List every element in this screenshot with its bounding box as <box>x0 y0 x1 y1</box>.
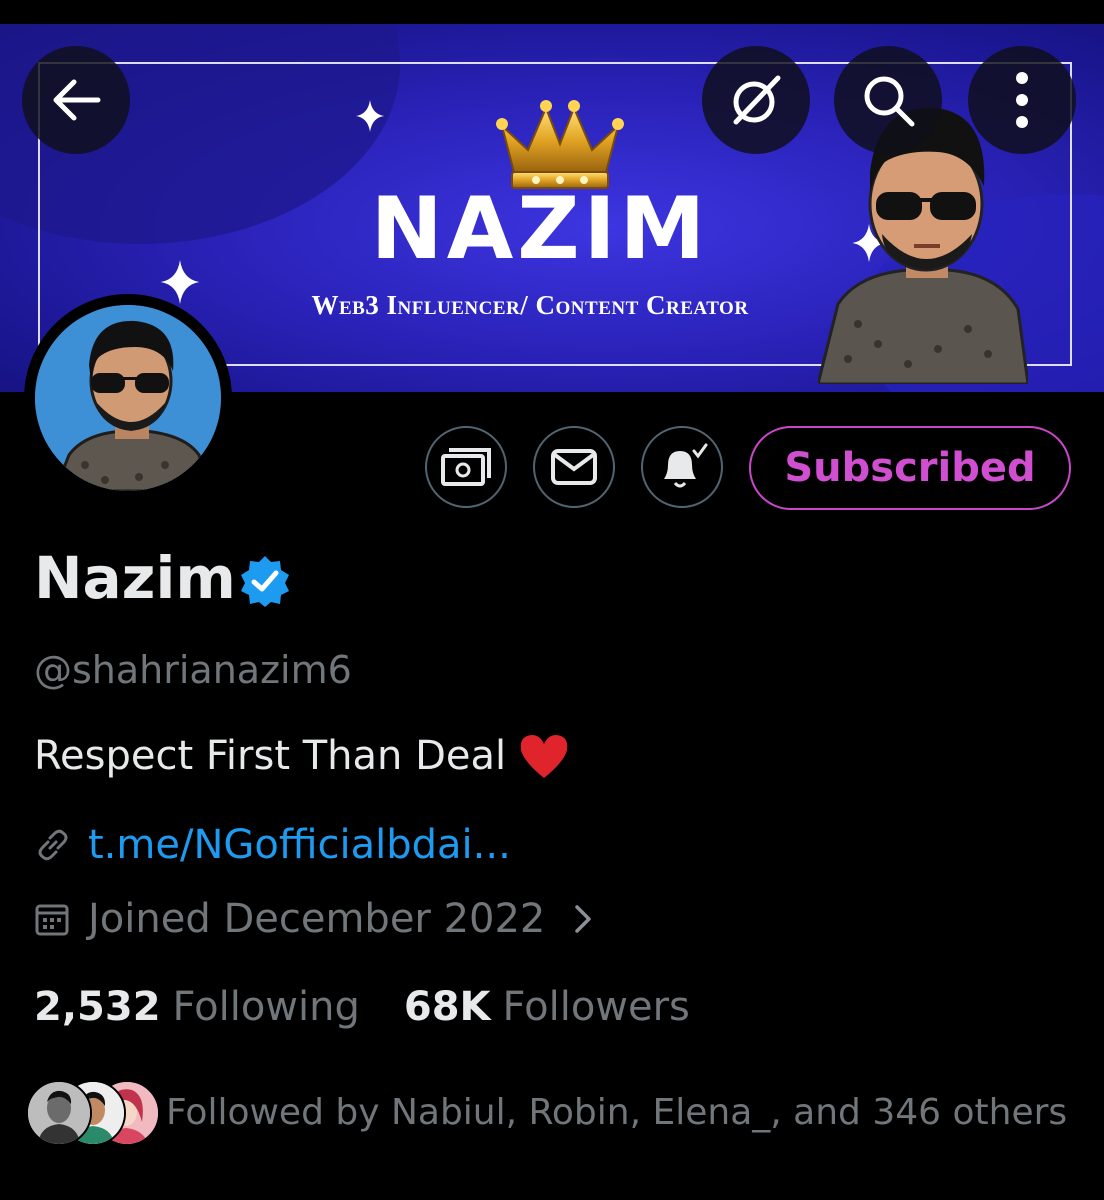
avatar-image <box>35 305 221 491</box>
following-count: 2,532 <box>34 984 161 1030</box>
followers-count: 68K <box>403 984 491 1030</box>
banner-title: NAZIM <box>370 179 710 279</box>
follow-stats: 2,532 Following 68K Followers <box>34 984 690 1030</box>
heart-icon <box>520 735 568 778</box>
chevron-right-icon[interactable] <box>573 903 593 935</box>
bio-text: Respect First Than Deal <box>34 733 507 779</box>
bell-check-icon <box>664 443 708 488</box>
banner-subtitle: Web3 Influencer/ Content Creator <box>311 290 749 320</box>
notifications-button[interactable] <box>641 426 723 508</box>
more-vertical-icon <box>1016 72 1028 128</box>
sparkle-icon <box>356 100 384 132</box>
arrow-left-icon <box>53 79 101 121</box>
search-button[interactable] <box>834 46 942 154</box>
profile-link-row[interactable]: t.me/NGofficialbdai... <box>34 822 511 868</box>
calendar-icon <box>35 904 69 936</box>
more-options-button[interactable] <box>968 46 1076 154</box>
followed-by-text: Followed by Nabiul, Robin, Elena_, and 3… <box>166 1091 1068 1133</box>
following-label: Following <box>172 984 360 1030</box>
mail-icon <box>551 449 597 485</box>
grok-button[interactable] <box>702 46 810 154</box>
subscribed-button[interactable]: Subscribed <box>749 426 1071 510</box>
sparkle-icon <box>160 260 200 304</box>
verified-badge-icon <box>241 556 289 607</box>
followers-label: Followers <box>502 984 690 1030</box>
followers-link[interactable]: 68K Followers <box>404 984 690 1030</box>
message-button[interactable] <box>533 426 615 508</box>
profile-bio: Respect First Than Deal <box>34 732 570 780</box>
joined-row[interactable]: Joined December 2022 <box>34 896 593 942</box>
back-button[interactable] <box>22 46 130 154</box>
profile-link[interactable]: t.me/NGofficialbdai... <box>88 822 511 868</box>
joined-date: Joined December 2022 <box>88 896 546 942</box>
profile-name: Nazim <box>34 544 236 612</box>
profile-avatar[interactable] <box>24 294 232 502</box>
grok-icon <box>733 75 781 125</box>
followed-by-avatars <box>26 1078 160 1146</box>
followed-by-row[interactable]: Followed by Nabiul, Robin, Elena_, and 3… <box>26 1078 1067 1146</box>
search-icon <box>864 76 915 127</box>
following-link[interactable]: 2,532 Following <box>34 984 360 1030</box>
avatar <box>26 1080 92 1146</box>
avatar-illustration <box>35 305 221 491</box>
link-icon <box>38 829 68 861</box>
tip-button[interactable] <box>425 426 507 508</box>
profile-handle: @shahrianazim6 <box>34 648 352 692</box>
money-icon <box>441 448 491 486</box>
